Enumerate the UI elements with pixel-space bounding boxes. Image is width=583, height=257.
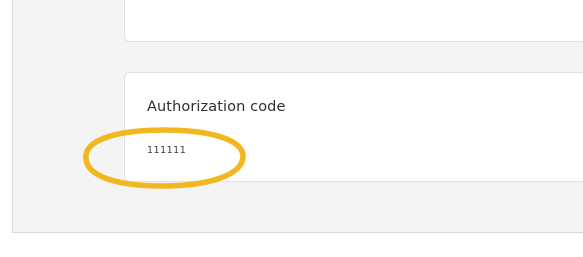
authorization-code-label: Authorization code <box>147 99 286 115</box>
authorization-code-card: Authorization code 111111 <box>124 72 583 182</box>
previous-field-card <box>124 0 583 42</box>
authorization-code-value[interactable]: 111111 <box>147 145 186 156</box>
screenshot-frame: Authorization code 111111 <box>0 0 583 257</box>
